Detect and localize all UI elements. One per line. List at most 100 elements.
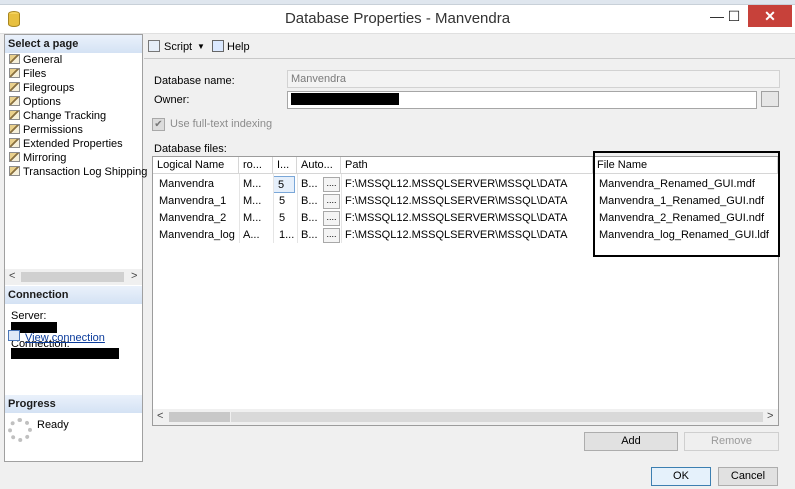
database-name-label: Database name:: [154, 75, 235, 87]
cell-path[interactable]: F:\MSSQL12.MSSQLSERVER\MSSQL\DATA: [341, 227, 593, 244]
owner-label: Owner:: [154, 94, 190, 106]
cell-initial-size[interactable]: 1...: [275, 227, 297, 244]
grid-horizontal-scrollbar[interactable]: < >: [153, 409, 778, 425]
window-title: Database Properties - Manvendra: [284, 10, 511, 27]
column-divider: [273, 174, 274, 243]
progress-status: Ready: [37, 419, 69, 431]
scroll-left-arrow[interactable]: <: [9, 270, 15, 282]
column-header-initial-size[interactable]: I...: [273, 157, 297, 174]
database-name-field: Manvendra: [287, 70, 780, 88]
scroll-right-arrow[interactable]: >: [131, 270, 137, 282]
cell-autogrowth[interactable]: B...: [297, 176, 321, 193]
page-item-label: General: [23, 54, 63, 66]
cancel-button[interactable]: Cancel: [718, 467, 778, 486]
cell-filegroup[interactable]: A...: [239, 227, 273, 244]
cell-initial-size[interactable]: 5: [273, 176, 295, 193]
page-icon: [9, 166, 20, 176]
redacted-connection: [11, 348, 119, 359]
help-button[interactable]: Help: [227, 41, 250, 53]
page-item-label: Filegroups: [23, 82, 75, 94]
page-icon: [9, 54, 20, 64]
scroll-thumb[interactable]: [21, 272, 124, 282]
redacted-owner: [291, 93, 399, 105]
cell-filegroup[interactable]: M...: [239, 193, 273, 210]
title-bar: Database Properties - Manvendra — ☐ ✕: [0, 5, 795, 34]
page-item-label: Permissions: [23, 124, 83, 136]
add-button[interactable]: Add: [584, 432, 678, 451]
page-item-label: Options: [23, 96, 61, 108]
page-item-label: Files: [23, 68, 47, 80]
script-dropdown-arrow[interactable]: ▼: [197, 42, 205, 51]
autogrowth-ellipsis-button[interactable]: ....: [323, 194, 340, 209]
select-page-header: Select a page: [5, 35, 142, 53]
page-item-filegroups[interactable]: Filegroups: [9, 82, 74, 96]
cell-logical-name[interactable]: Manvendra_log: [155, 227, 239, 244]
page-item-label: Change Tracking: [23, 110, 107, 122]
column-divider: [341, 174, 342, 243]
page-item-label: Mirroring: [23, 152, 67, 164]
remove-button[interactable]: Remove: [684, 432, 779, 451]
cell-autogrowth[interactable]: B...: [297, 193, 321, 210]
scroll-track[interactable]: [169, 412, 230, 422]
cell-logical-name[interactable]: Manvendra: [155, 176, 239, 193]
page-item-general[interactable]: General: [9, 54, 62, 68]
page-icon: [9, 68, 20, 78]
cell-logical-name[interactable]: Manvendra_2: [155, 210, 239, 227]
page-item-extended-properties[interactable]: Extended Properties: [9, 138, 123, 152]
page-item-permissions[interactable]: Permissions: [9, 124, 83, 138]
autogrowth-ellipsis-button[interactable]: ....: [323, 177, 340, 192]
page-icon: [9, 82, 20, 92]
page-icon: [9, 138, 20, 148]
column-divider: [239, 174, 240, 243]
column-header-filegroup[interactable]: ro...: [239, 157, 273, 174]
page-item-log-shipping[interactable]: Transaction Log Shipping: [9, 166, 147, 180]
page-item-label: Transaction Log Shipping: [23, 166, 148, 178]
cell-initial-size[interactable]: 5: [275, 210, 297, 227]
cell-logical-name[interactable]: Manvendra_1: [155, 193, 239, 210]
page-item-change-tracking[interactable]: Change Tracking: [9, 110, 106, 124]
column-divider: [297, 174, 298, 243]
view-connection-link[interactable]: View connection: [25, 332, 105, 344]
scroll-right-arrow[interactable]: >: [767, 410, 773, 422]
script-button[interactable]: Script: [164, 41, 192, 53]
page-item-options[interactable]: Options: [9, 96, 61, 110]
fulltext-checkbox[interactable]: ✔: [152, 118, 165, 131]
help-icon[interactable]: [212, 40, 224, 52]
column-header-logical-name[interactable]: Logical Name: [153, 157, 239, 174]
page-icon: [9, 124, 20, 134]
cell-filegroup[interactable]: M...: [239, 210, 273, 227]
fulltext-label: Use full-text indexing: [170, 118, 273, 130]
database-files-label: Database files:: [154, 143, 227, 155]
left-horizontal-scrollbar[interactable]: < >: [5, 269, 142, 285]
owner-browse-button[interactable]: [761, 91, 779, 107]
column-header-path[interactable]: Path: [341, 157, 593, 174]
cell-filegroup[interactable]: M...: [239, 176, 273, 193]
progress-header: Progress: [5, 395, 142, 413]
script-icon[interactable]: [148, 40, 160, 52]
cell-initial-size[interactable]: 5: [275, 193, 297, 210]
scroll-left-arrow[interactable]: <: [157, 410, 163, 422]
scroll-thumb[interactable]: [231, 412, 763, 422]
close-button[interactable]: ✕: [748, 5, 792, 27]
connection-header: Connection: [5, 286, 142, 304]
autogrowth-ellipsis-button[interactable]: ....: [323, 228, 340, 243]
page-icon: [9, 96, 20, 106]
page-item-mirroring[interactable]: Mirroring: [9, 152, 66, 166]
cell-autogrowth[interactable]: B...: [297, 210, 321, 227]
view-connection-icon: [8, 330, 20, 341]
page-item-files[interactable]: Files: [9, 68, 46, 82]
cell-path[interactable]: F:\MSSQL12.MSSQLSERVER\MSSQL\DATA: [341, 210, 593, 227]
server-label: Server:: [11, 310, 47, 322]
ok-button[interactable]: OK: [651, 467, 711, 486]
progress-spinner-icon: [8, 418, 32, 442]
cell-path[interactable]: F:\MSSQL12.MSSQLSERVER\MSSQL\DATA: [341, 176, 593, 193]
column-header-autogrowth[interactable]: Auto...: [297, 157, 341, 174]
toolbar-divider: [144, 58, 795, 59]
cell-autogrowth[interactable]: B...: [297, 227, 321, 244]
page-icon: [9, 110, 20, 120]
toolbar: Script ▼ Help: [144, 36, 795, 59]
maximize-button[interactable]: ☐: [717, 5, 751, 27]
autogrowth-ellipsis-button[interactable]: ....: [323, 211, 340, 226]
file-name-highlight-box: [593, 151, 780, 257]
cell-path[interactable]: F:\MSSQL12.MSSQLSERVER\MSSQL\DATA: [341, 193, 593, 210]
